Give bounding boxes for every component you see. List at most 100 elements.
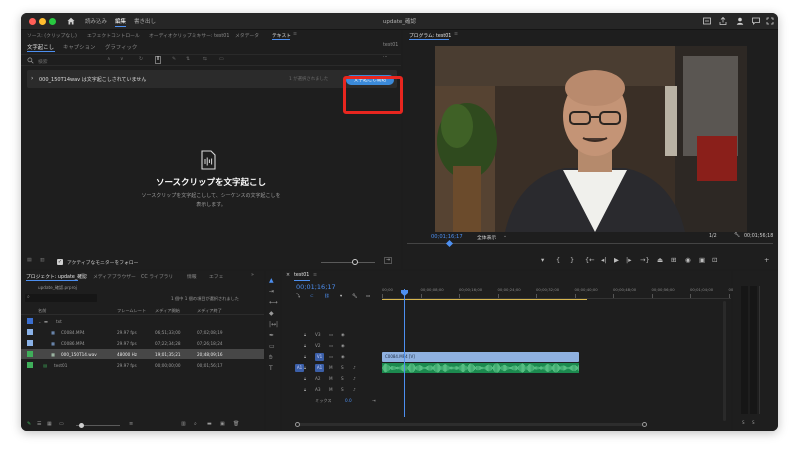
trash-icon[interactable]: 🗑︎ [233,421,239,427]
razor-tool-icon[interactable]: ◆ [269,310,274,317]
go-to-in-icon[interactable]: {← [585,256,595,264]
table-row[interactable]: ⌄ ▬ txt [21,316,264,326]
ripple-edit-icon[interactable]: ⟷ [269,299,278,306]
tab-text[interactable]: テキスト [272,32,291,39]
nest-icon[interactable]: ⤵ [296,293,300,299]
transcript-search-input[interactable]: 検索 [38,58,48,65]
mute-icon[interactable]: M [329,387,333,392]
timeline-ruler[interactable]: 00;00 00;00;08;00 00;00;16;00 00;00;24;00 00… [382,285,752,299]
panel-menu-icon[interactable]: ≡ [313,273,317,278]
follow-monitor-checkbox[interactable]: ✓ [57,259,63,265]
rectangle-tool-icon[interactable]: ▭ [269,343,275,350]
program-monitor-title[interactable]: プログラム: test01 [409,32,451,39]
user-icon[interactable] [735,16,745,26]
program-scrubber[interactable] [407,239,773,250]
panel-menu-icon[interactable]: ≡ [454,32,458,37]
video-frame[interactable] [435,46,747,232]
mix-volume-value[interactable]: 0.0 [345,398,352,403]
chevron-right-icon[interactable]: › [31,75,33,82]
camera-icon[interactable]: ◉ [685,256,691,264]
lift-icon[interactable]: ⏏ [657,256,663,264]
find-icon[interactable]: ⌕ [194,421,197,427]
table-row[interactable]: ▦ C0086.MP4 29.97 fps 07;22;34;28 07;26;… [21,338,264,348]
icon-view-icon[interactable]: ▦ [47,421,52,427]
fullscreen-icon[interactable] [765,16,775,26]
solo-left-button[interactable]: S [742,420,745,425]
panel-menu-icon[interactable]: ≡ [81,273,85,278]
wrench-icon[interactable]: 🔧︎ [734,233,740,238]
track-name[interactable]: V2 [315,343,321,348]
snap-icon[interactable]: ⊂ [310,293,314,298]
layers-icon[interactable]: ▥ [40,258,45,263]
tab-cc-libraries[interactable]: CC ライブラリ [141,273,173,280]
subtab-captions[interactable]: キャプション [63,43,95,51]
new-item-icon[interactable]: ▣ [220,421,225,427]
step-back-icon[interactable]: ◂| [601,256,606,264]
source-patch[interactable]: A1 [295,364,304,372]
more-tabs-icon[interactable]: » [251,273,254,278]
sync-lock-icon[interactable]: ▭ [329,354,333,359]
new-bin-icon[interactable]: ▬ [207,421,212,427]
table-row-selected[interactable]: ▦ 000_150T14.wav 48000 Hz 19;01;35;21 20… [21,349,264,359]
column-media-end[interactable]: メディア終了 [197,308,222,314]
pen-tool-icon[interactable]: ✒ [269,332,274,339]
timeline-timecode[interactable]: 00;01;16;17 [296,283,336,291]
caption-mode-icon[interactable]: Ⅱ [155,56,162,64]
track-select-icon[interactable]: ⇥ [269,288,274,295]
audio-clip-waveform[interactable] [382,363,579,373]
voice-over-icon[interactable]: ♪ [353,376,356,381]
lock-icon[interactable]: 🔒︎ [304,387,306,392]
export-icon[interactable]: ⇥ [384,257,393,264]
track-name[interactable]: A1 [315,364,324,372]
solo-icon[interactable]: S [341,365,344,370]
subtab-transcript[interactable]: 文字起こし [27,43,54,51]
zoom-slider-handle[interactable] [352,259,358,265]
tab-audio-clip-mixer[interactable]: オーディオクリップミキサー: test01 [149,32,229,39]
captions-icon[interactable]: ▭ [219,57,224,62]
timeline-zoom-scrollbar[interactable] [295,422,647,427]
mark-in-icon[interactable]: { [556,256,560,264]
program-timecode[interactable]: 00;01;16;17 [431,234,463,240]
lock-icon[interactable]: 🔒︎ [304,376,306,381]
feedback-icon[interactable] [751,16,761,26]
sort-icon[interactable]: ≡ [129,421,133,427]
vr-icon[interactable]: ⊡ [712,256,717,264]
column-name[interactable]: 名前 [38,308,46,314]
fit-dropdown[interactable]: 全体表示 [477,234,496,241]
tab-source[interactable]: ソース: (クリップなし) [27,32,77,39]
lock-icon[interactable]: 🔒︎ [304,332,306,337]
go-to-end-icon[interactable]: ⇥ [372,398,376,403]
captions-toggle-icon[interactable]: ▭ [366,293,370,298]
mark-out-icon[interactable]: } [570,256,574,264]
freeform-view-icon[interactable]: ▭ [59,421,64,427]
eye-icon[interactable]: ◉ [341,332,345,337]
go-to-out-icon[interactable]: →} [640,256,650,264]
tab-project[interactable]: プロジェクト: update_確認 [26,273,87,280]
chevron-down-icon[interactable]: ⌄ [503,234,507,239]
hand-tool-icon[interactable]: ✋︎ [269,354,272,362]
add-marker-icon[interactable]: ▾ [340,293,342,298]
selection-tool-icon[interactable]: ▲ [269,277,274,284]
quick-export-icon[interactable] [702,16,712,26]
tab-sequence[interactable]: test01 [294,273,309,278]
sync-lock-icon[interactable]: ▭ [329,332,333,337]
column-frame-rate[interactable]: フレームレート [117,308,146,314]
track-name[interactable]: A2 [315,376,321,381]
track-name[interactable]: V3 [315,332,321,337]
tab-effect-controls[interactable]: エフェクトコントロール [87,32,140,39]
automate-sequence-icon[interactable]: ▥ [181,421,186,427]
close-tab-icon[interactable]: × [286,273,290,278]
timeline-vertical-scrollbar[interactable] [723,301,726,421]
table-row[interactable]: ▤ test01 29.97 fps 00;00;00;00 00;01;56;… [21,360,264,370]
add-marker-icon[interactable]: ▾ [541,256,544,264]
expand-chevron-icon[interactable]: ⌄ [38,319,42,324]
list-view-icon[interactable]: ☰ [37,421,41,427]
zoom-handle-right[interactable] [642,422,647,427]
solo-icon[interactable]: S [341,387,344,392]
play-icon[interactable]: ▶ [614,256,619,264]
column-media-start[interactable]: メディア開始 [155,308,180,314]
thumbnail-size-handle[interactable] [79,423,84,428]
linked-selection-icon[interactable]: ⛓︎ [324,293,329,299]
playhead-line[interactable] [404,289,405,417]
subtab-graphics[interactable]: グラフィック [105,43,137,51]
